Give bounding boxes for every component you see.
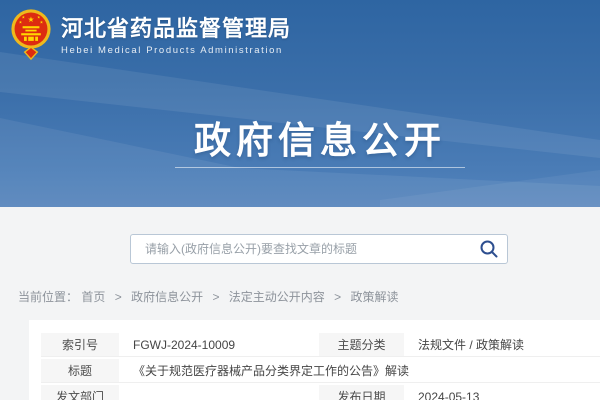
breadcrumb-item-info-disclosure[interactable]: 政府信息公开: [131, 290, 203, 304]
field-label-publish-date: 发布日期: [319, 385, 404, 400]
field-label-issuing-department: 发文部门: [41, 385, 119, 400]
table-row: 标题 《关于规范医疗器械产品分类界定工作的公告》解读: [41, 359, 600, 383]
svg-text:★: ★: [40, 20, 44, 24]
breadcrumb-item-home[interactable]: 首页: [81, 290, 105, 304]
field-value-publish-date: 2024-05-13: [404, 385, 600, 400]
search-bar: [130, 234, 508, 264]
field-value-index-no: FGWJ-2024-10009: [119, 333, 319, 357]
site-brand-link[interactable]: ★ ★ ★ ★ ★ 河北省药品监督管理局 Hebei Medical Produ…: [10, 8, 291, 64]
page: ★ ★ ★ ★ ★ 河北省药品监督管理局 Hebei Medical Produ…: [0, 0, 600, 400]
field-label-topic-category: 主题分类: [319, 333, 404, 357]
table-row: 索引号 FGWJ-2024-10009 主题分类 法规文件 / 政策解读: [41, 333, 600, 357]
national-emblem-logo: ★ ★ ★ ★ ★: [10, 8, 52, 64]
field-label-index-no: 索引号: [41, 333, 119, 357]
breadcrumb-separator: >: [115, 290, 122, 304]
breadcrumb: 当前位置： 首页 > 政府信息公开 > 法定主动公开内容 > 政策解读: [18, 288, 399, 305]
table-row: 发文部门 发布日期 2024-05-13: [41, 385, 600, 400]
svg-text:★: ★: [37, 16, 41, 20]
svg-text:★: ★: [22, 16, 26, 20]
document-info-table: 索引号 FGWJ-2024-10009 主题分类 法规文件 / 政策解读 标题 …: [41, 331, 600, 400]
breadcrumb-item-statutory-content[interactable]: 法定主动公开内容: [229, 290, 325, 304]
search-button[interactable]: [476, 237, 502, 261]
breadcrumb-separator: >: [334, 290, 341, 304]
search-input[interactable]: [130, 234, 508, 264]
breadcrumb-separator: >: [212, 290, 219, 304]
site-header-banner: ★ ★ ★ ★ ★ 河北省药品监督管理局 Hebei Medical Produ…: [0, 0, 600, 207]
breadcrumb-item-policy-interpretation[interactable]: 政策解读: [351, 290, 399, 304]
search-icon: [479, 239, 499, 259]
field-value-topic-category: 法规文件 / 政策解读: [404, 333, 600, 357]
site-title: 河北省药品监督管理局: [61, 16, 291, 42]
title-underline: [175, 167, 465, 168]
field-value-issuing-department: [119, 385, 319, 400]
field-value-title: 《关于规范医疗器械产品分类界定工作的公告》解读: [119, 359, 600, 383]
document-info-card: 索引号 FGWJ-2024-10009 主题分类 法规文件 / 政策解读 标题 …: [29, 320, 600, 400]
site-brand-text: 河北省药品监督管理局 Hebei Medical Products Admini…: [61, 16, 291, 56]
breadcrumb-label: 当前位置：: [18, 290, 78, 304]
page-title: 政府信息公开: [194, 110, 446, 164]
svg-text:★: ★: [28, 15, 35, 24]
svg-text:★: ★: [19, 20, 23, 24]
field-label-title: 标题: [41, 359, 119, 383]
site-subtitle-en: Hebei Medical Products Administration: [61, 45, 291, 56]
